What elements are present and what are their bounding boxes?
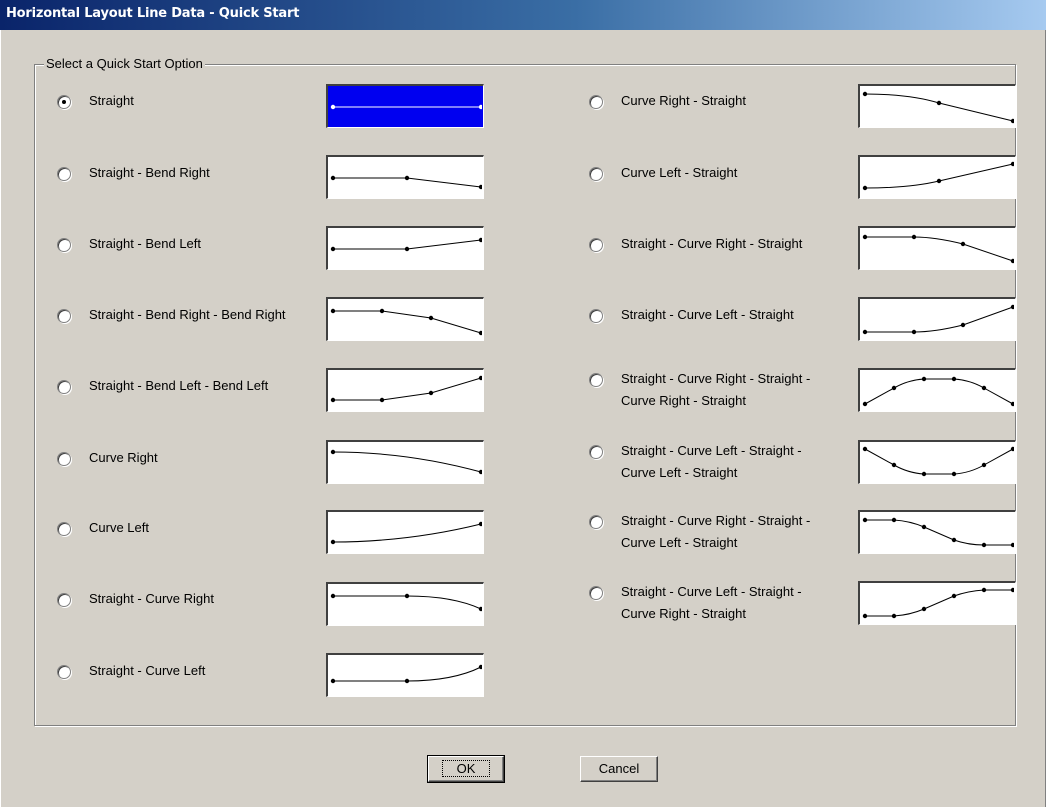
option-label: Straight [89,93,134,108]
option-straight-curve-right[interactable]: Straight - Curve Right [57,591,214,610]
option-label: Straight - Curve Left - Straight - Curve… [621,443,802,480]
cancel-button[interactable]: Cancel [580,756,658,782]
option-curve-left-straight[interactable]: Curve Left - Straight [589,165,737,184]
option-label: Curve Left [89,520,149,535]
preview-straight-bend-left-bend-left[interactable] [326,368,484,412]
option-label: Curve Right [89,450,158,465]
radio-button[interactable] [589,167,603,181]
option-curve-right[interactable]: Curve Right [57,450,158,469]
radio-button[interactable] [589,95,603,109]
radio-button[interactable] [589,445,603,459]
radio-button[interactable] [589,373,603,387]
preview-straight-curve-left-straight[interactable] [858,297,1016,341]
option-straight-bend-left[interactable]: Straight - Bend Left [57,236,201,255]
preview-s-cl-s-cr-s[interactable] [858,581,1016,625]
radio-button[interactable] [589,586,603,600]
option-s-cr-s-cl-s[interactable]: Straight - Curve Right - Straight - Curv… [589,513,810,554]
preview-straight-bend-right[interactable] [326,155,484,199]
radio-button[interactable] [57,665,71,679]
option-straight-curve-left-straight[interactable]: Straight - Curve Left - Straight [589,307,794,326]
option-label: Straight - Curve Right [89,591,214,606]
preview-straight-curve-left[interactable] [326,653,484,697]
window-left-edge [0,30,8,807]
option-label: Straight - Bend Right - Bend Right [89,307,286,322]
preview-s-cl-s-cl-s[interactable] [858,440,1016,484]
option-label: Straight - Bend Left - Bend Left [89,378,269,393]
radio-button[interactable] [589,515,603,529]
radio-button[interactable] [57,380,71,394]
option-straight[interactable]: Straight [57,93,134,112]
radio-button[interactable] [57,593,71,607]
option-label: Straight - Curve Left [89,663,206,678]
group-legend: Select a Quick Start Option [44,56,205,72]
radio-button[interactable] [57,95,71,109]
preview-curve-right[interactable] [326,440,484,484]
option-straight-bend-left-bend-left[interactable]: Straight - Bend Left - Bend Left [57,378,268,397]
radio-button[interactable] [57,309,71,323]
window-title: Horizontal Layout Line Data - Quick Star… [6,6,300,21]
option-label: Straight - Curve Right - Straight - Curv… [621,371,811,408]
preview-curve-left[interactable] [326,510,484,554]
option-straight-bend-right-bend-right[interactable]: Straight - Bend Right - Bend Right [57,307,286,326]
preview-curve-right-straight[interactable] [858,84,1016,128]
option-label: Curve Left - Straight [621,165,738,180]
preview-straight-bend-right-bend-right[interactable] [326,297,484,341]
preview-s-cr-s-cr-s[interactable] [858,368,1016,412]
preview-straight-bend-left[interactable] [326,226,484,270]
option-label: Straight - Bend Right [89,165,210,180]
preview-curve-left-straight[interactable] [858,155,1016,199]
radio-button[interactable] [589,238,603,252]
preview-straight-curve-right[interactable] [326,582,484,626]
option-label: Straight - Curve Right - Straight - Curv… [621,513,811,550]
preview-straight[interactable] [326,84,484,128]
option-straight-curve-right-straight[interactable]: Straight - Curve Right - Straight [589,236,802,255]
preview-straight-curve-right-straight[interactable] [858,226,1016,270]
radio-button[interactable] [57,238,71,252]
option-label: Straight - Bend Left [89,236,202,251]
option-s-cl-s-cl-s[interactable]: Straight - Curve Left - Straight - Curve… [589,443,802,484]
cancel-button-label: Cancel [598,761,640,776]
option-straight-curve-left[interactable]: Straight - Curve Left [57,663,205,682]
ok-button[interactable]: OK [427,755,505,783]
title-bar[interactable]: Horizontal Layout Line Data - Quick Star… [0,0,1046,30]
radio-button[interactable] [57,522,71,536]
radio-button[interactable] [589,309,603,323]
radio-button[interactable] [57,167,71,181]
option-label: Straight - Curve Left - Straight [621,307,794,322]
option-label: Straight - Curve Left - Straight - Curve… [621,584,802,621]
ok-button-label: OK [441,760,491,777]
dialog-window: Horizontal Layout Line Data - Quick Star… [0,0,1046,807]
radio-button[interactable] [57,452,71,466]
option-straight-bend-right[interactable]: Straight - Bend Right [57,165,210,184]
preview-s-cr-s-cl-s[interactable] [858,510,1016,554]
option-label: Curve Right - Straight [621,93,746,108]
option-curve-right-straight[interactable]: Curve Right - Straight [589,93,746,112]
option-s-cr-s-cr-s[interactable]: Straight - Curve Right - Straight - Curv… [589,371,810,412]
option-s-cl-s-cr-s[interactable]: Straight - Curve Left - Straight - Curve… [589,584,802,625]
option-label: Straight - Curve Right - Straight [621,236,803,251]
option-curve-left[interactable]: Curve Left [57,520,149,539]
